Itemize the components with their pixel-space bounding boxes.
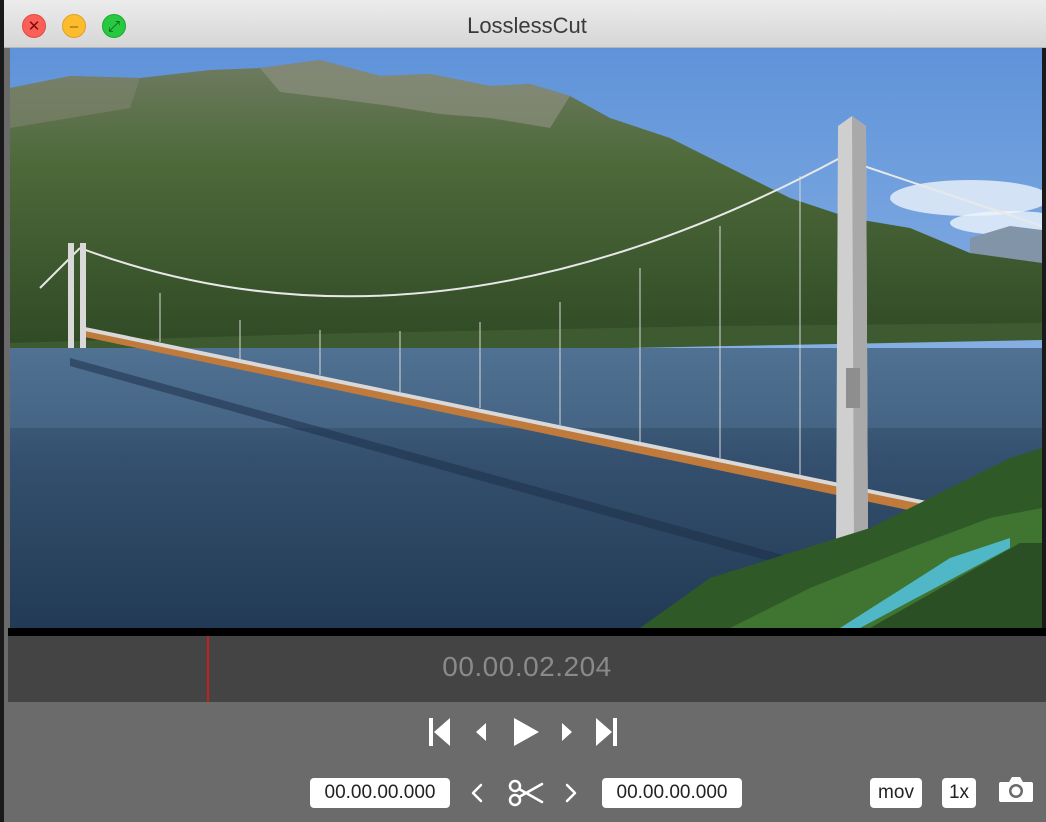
play-button[interactable] [511,716,541,748]
capture-snapshot-button[interactable] [998,774,1034,804]
timeline[interactable]: 00.00.02.204 [8,636,1046,702]
jump-to-end-button[interactable] [596,716,618,748]
video-border [8,628,1046,636]
play-icon [511,716,541,748]
app-window: ✕ – ⤢ LosslessCut [0,0,1046,822]
skip-to-end-icon [596,716,618,748]
video-frame-image [10,48,1042,628]
controls-panel: 00.00.00.000 00.00.00.000 mov 1x [8,702,1046,822]
cut-start-time-input[interactable]: 00.00.00.000 [310,778,450,808]
title-bar[interactable]: ✕ – ⤢ LosslessCut [4,0,1046,48]
skip-to-start-icon [428,716,450,748]
chevron-left-icon [470,782,484,804]
step-forward-icon [560,722,574,742]
cut-end-time-input[interactable]: 00.00.00.000 [602,778,742,808]
output-format-button[interactable]: mov [870,778,922,808]
set-cut-end-button[interactable] [564,782,578,804]
scissors-icon [508,778,544,808]
current-time-display: 00.00.02.204 [8,651,1046,683]
playback-speed-button[interactable]: 1x [942,778,976,808]
jump-to-start-button[interactable] [428,716,450,748]
export-cut-button[interactable] [508,778,544,808]
step-back-icon [474,722,488,742]
video-frame[interactable] [10,48,1042,628]
chevron-right-icon [564,782,578,804]
camera-icon [998,774,1034,804]
set-cut-start-button[interactable] [470,782,484,804]
window-title: LosslessCut [4,13,1046,39]
next-frame-button[interactable] [560,722,574,742]
previous-frame-button[interactable] [474,722,488,742]
